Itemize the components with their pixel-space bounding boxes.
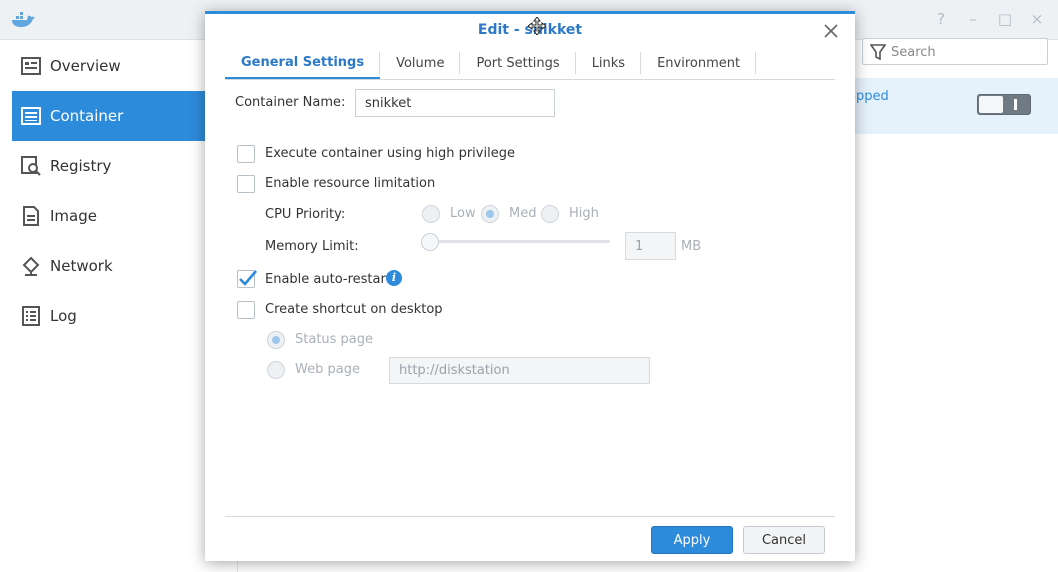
help-icon[interactable]: ? xyxy=(932,10,950,28)
tab-environment[interactable]: Environment xyxy=(641,47,757,79)
high-privilege-checkbox[interactable] xyxy=(237,145,255,163)
tab-links[interactable]: Links xyxy=(576,47,642,79)
status-page-label: Status page xyxy=(295,332,374,347)
cpu-high-radio[interactable] xyxy=(541,205,559,223)
search-box xyxy=(862,38,1048,65)
cpu-high-label: High xyxy=(569,206,599,221)
toggle-bar xyxy=(1014,99,1017,110)
cpu-med-label: Med xyxy=(509,206,537,221)
sidebar-item-label: Log xyxy=(50,307,77,325)
search-input[interactable] xyxy=(891,42,1041,62)
footer-divider xyxy=(225,516,835,517)
auto-restart-label: Enable auto-restart xyxy=(265,272,391,287)
apply-button[interactable]: Apply xyxy=(651,526,733,554)
close-window-icon[interactable]: × xyxy=(1028,10,1046,28)
cpu-med-radio[interactable] xyxy=(481,205,499,223)
toggle-knob xyxy=(979,96,1003,113)
memory-limit-input[interactable] xyxy=(625,232,676,260)
filter-icon[interactable] xyxy=(870,44,886,60)
sidebar-item-label: Registry xyxy=(50,157,112,175)
memory-limit-label: Memory Limit: xyxy=(265,239,359,254)
sidebar-item-label: Overview xyxy=(50,57,121,75)
minimize-icon[interactable]: – xyxy=(964,10,982,28)
window-controls: ? – □ × xyxy=(932,10,1046,28)
overview-icon xyxy=(20,55,42,77)
close-icon[interactable] xyxy=(823,23,839,39)
desktop-shortcut-checkbox[interactable] xyxy=(237,301,255,319)
resource-limit-checkbox[interactable] xyxy=(237,175,255,193)
memory-slider-handle[interactable] xyxy=(421,233,439,251)
web-page-label: Web page xyxy=(295,362,360,377)
move-cursor-icon xyxy=(528,17,546,35)
container-name-input[interactable] xyxy=(355,89,555,117)
info-icon[interactable]: i xyxy=(386,270,402,286)
web-page-url-input[interactable] xyxy=(389,357,650,384)
docker-whale-icon xyxy=(12,12,35,27)
tab-general-settings[interactable]: General Settings xyxy=(225,47,381,79)
network-icon xyxy=(20,255,42,277)
edit-container-dialog: Edit - snikket General Settings Volume P… xyxy=(205,11,855,561)
container-name-label: Container Name: xyxy=(235,95,346,110)
web-page-radio[interactable] xyxy=(267,361,285,379)
dialog-tabs: General Settings Volume Port Settings Li… xyxy=(225,47,835,80)
cpu-priority-label: CPU Priority: xyxy=(265,207,346,222)
checkmark-icon xyxy=(239,270,257,286)
tab-volume[interactable]: Volume xyxy=(380,47,461,79)
tab-port-settings[interactable]: Port Settings xyxy=(460,47,576,79)
high-privilege-label: Execute container using high privilege xyxy=(265,146,515,161)
registry-icon xyxy=(20,155,42,177)
maximize-icon[interactable]: □ xyxy=(996,10,1014,28)
sidebar-item-label: Network xyxy=(50,257,113,275)
desktop-shortcut-label: Create shortcut on desktop xyxy=(265,302,443,317)
sidebar-item-label: Container xyxy=(50,107,124,125)
container-run-toggle[interactable] xyxy=(977,94,1031,115)
image-icon xyxy=(20,205,42,227)
memory-slider-track[interactable] xyxy=(430,240,610,243)
sidebar-item-label: Image xyxy=(50,207,97,225)
sidebar: Overview Container Registry Image Networ… xyxy=(0,40,238,572)
auto-restart-checkbox[interactable] xyxy=(237,270,257,288)
cpu-low-radio[interactable] xyxy=(422,205,440,223)
status-page-radio[interactable] xyxy=(267,331,285,349)
resource-limit-label: Enable resource limitation xyxy=(265,176,436,191)
log-icon xyxy=(20,305,42,327)
cpu-low-label: Low xyxy=(450,206,476,221)
memory-unit-label: MB xyxy=(681,239,702,254)
cancel-button[interactable]: Cancel xyxy=(743,526,825,554)
container-icon xyxy=(20,105,42,127)
